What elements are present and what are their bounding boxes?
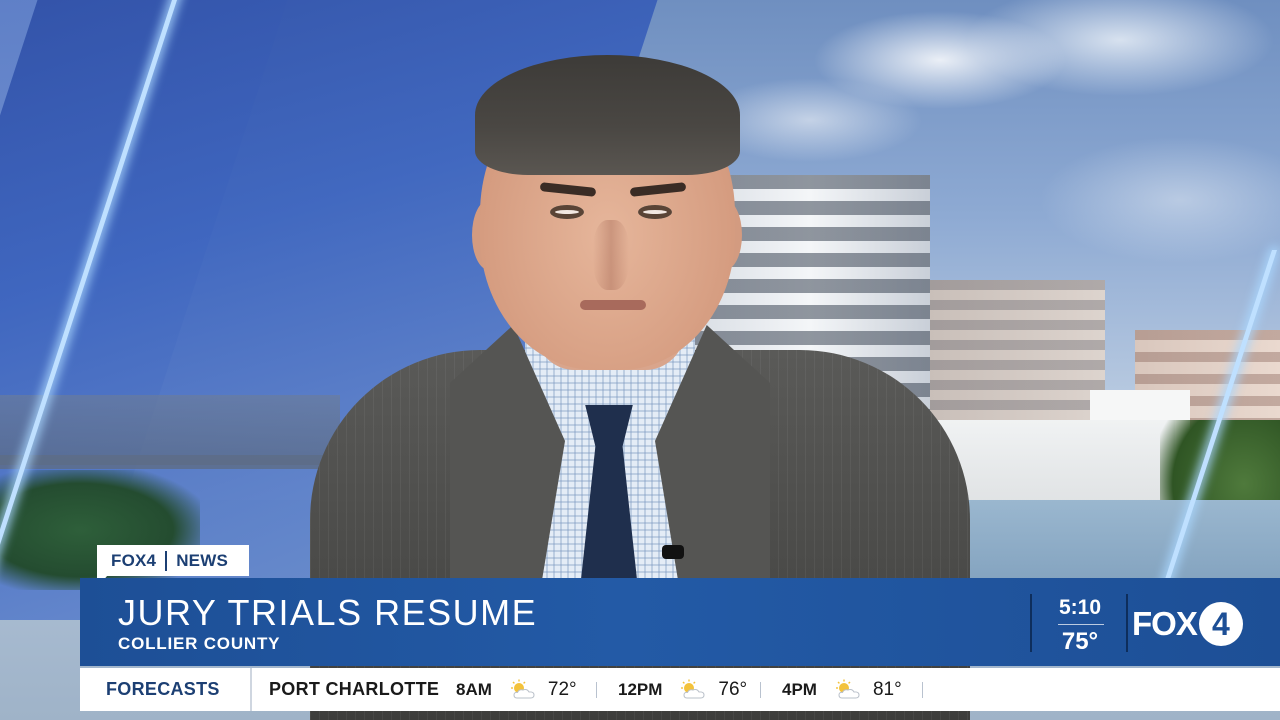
subheadline: COLLIER COUNTY <box>118 634 281 653</box>
forecast-ticker: FORECASTS PORT CHARLOTTE 8AM 72° 12PM 76… <box>80 668 1280 711</box>
lapel-mic-icon <box>662 545 684 559</box>
ticker-label: FORECASTS <box>106 679 220 699</box>
slot-divider <box>922 682 923 698</box>
forecast-temp: 72° <box>547 678 577 700</box>
slot-divider <box>596 682 597 698</box>
forecast-time: 8AM <box>456 679 492 699</box>
partly-sunny-icon <box>681 679 705 698</box>
tag-label: NEWS <box>176 550 229 570</box>
forecast-temp: 76° <box>718 678 748 700</box>
anchor-mouth <box>580 300 646 310</box>
tag-brand: FOX4 <box>111 550 157 570</box>
forecast-time: 12PM <box>618 679 663 699</box>
anchor-nose <box>593 220 629 290</box>
current-temperature: 75° <box>1061 628 1099 655</box>
lower-third-banner: JURY TRIALS RESUME COLLIER COUNTY 5:10 7… <box>80 578 1280 666</box>
ticker-city: PORT CHARLOTTE <box>269 679 440 699</box>
banner-divider <box>1126 594 1128 652</box>
tag-divider <box>165 550 168 571</box>
forecast-slot: 12PM 76° <box>618 668 747 711</box>
forecast-slot: 4PM 81° <box>782 668 902 711</box>
anchor-eye <box>550 205 584 219</box>
logo-text: FOX <box>1132 605 1198 642</box>
fox4-logo: FOX 4 <box>1132 602 1243 646</box>
fox4-news-tag: FOX4 NEWS <box>97 545 249 588</box>
forecast-time: 4PM <box>782 679 817 699</box>
ticker-label-box: FORECASTS <box>80 668 252 711</box>
slot-divider <box>760 682 761 698</box>
logo-digit: 4 <box>1198 602 1243 646</box>
forecast-slot: 8AM 72° <box>456 668 577 711</box>
background-bridge <box>0 455 330 469</box>
anchor-hair <box>475 55 740 175</box>
headline: JURY TRIALS RESUME <box>118 592 538 633</box>
clock-time: 5:10 <box>1058 596 1102 619</box>
clock-rule <box>1058 624 1104 625</box>
forecast-temp: 81° <box>872 678 902 700</box>
anchor-eye <box>638 205 672 219</box>
partly-sunny-icon <box>835 679 860 698</box>
partly-sunny-icon <box>510 679 535 698</box>
banner-divider <box>1030 594 1032 652</box>
